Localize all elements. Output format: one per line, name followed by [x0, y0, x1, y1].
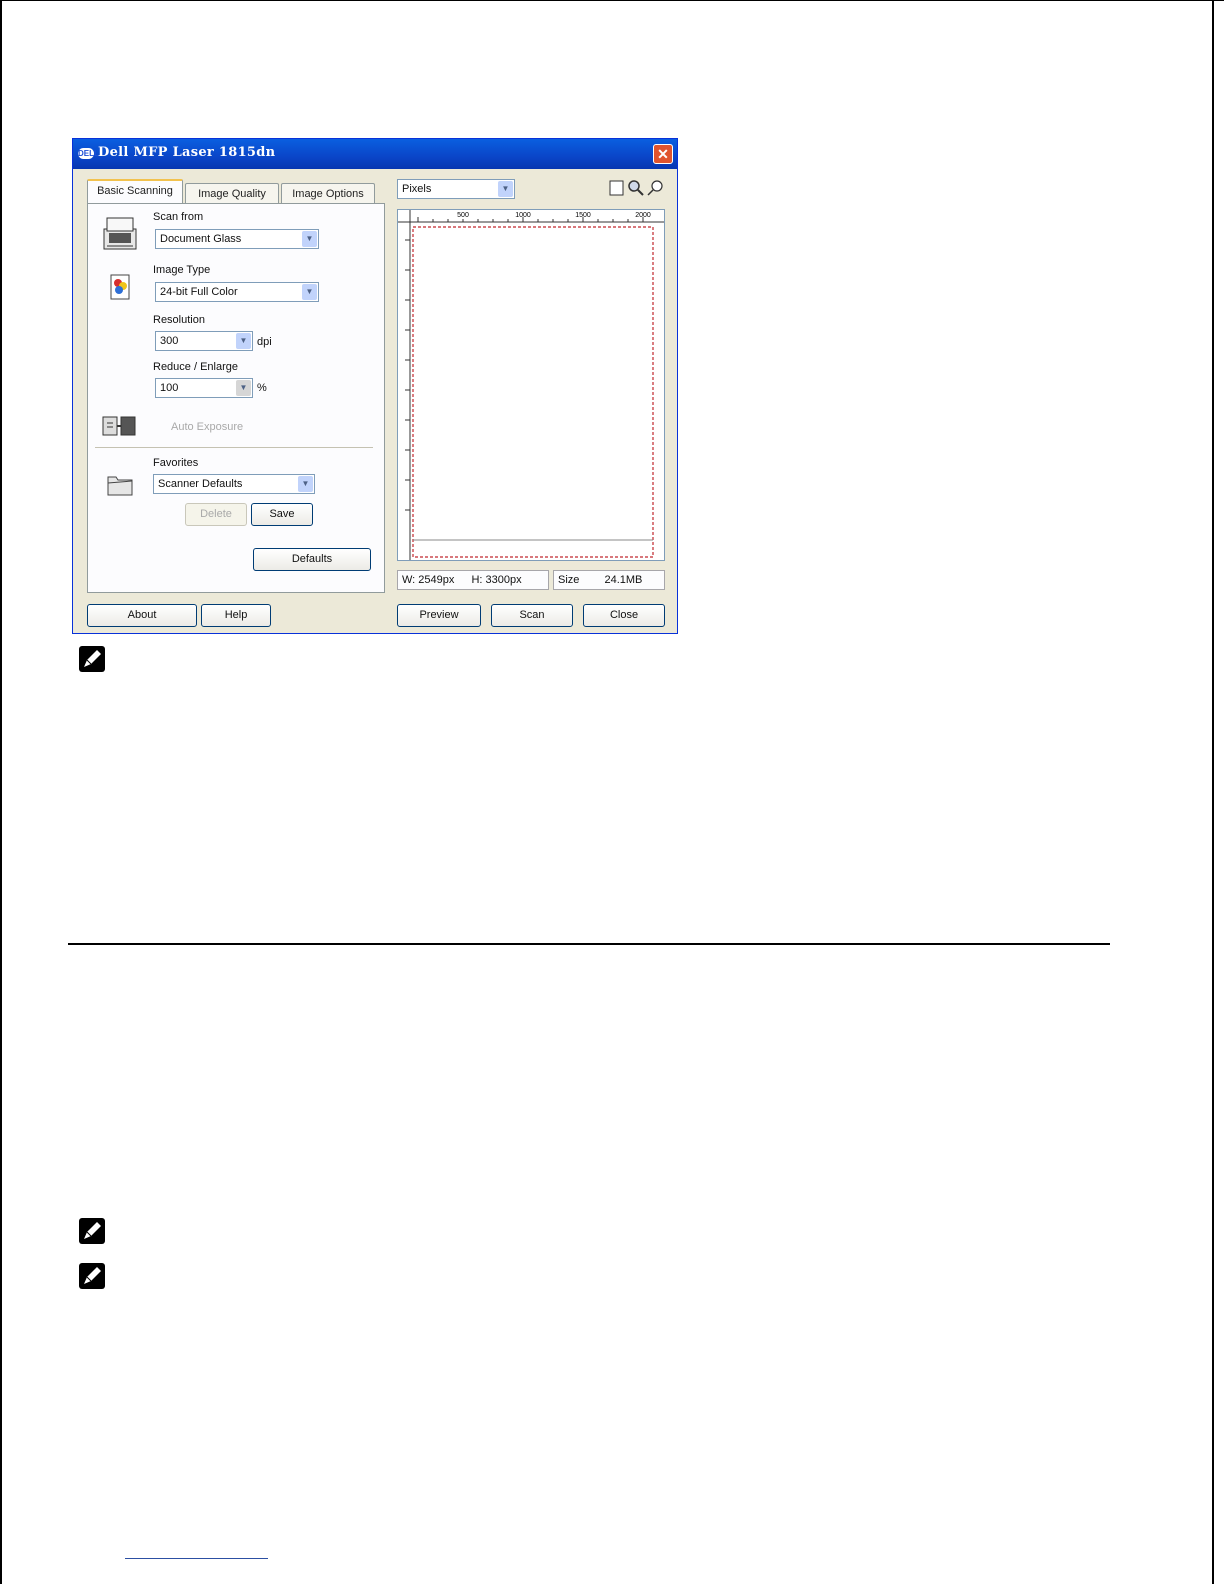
chevron-down-icon: ▼ — [302, 284, 317, 300]
zoom-out-icon[interactable] — [646, 179, 664, 197]
window-title: Dell MFP Laser 1815dn — [98, 145, 276, 160]
units-select[interactable]: Pixels ▼ — [397, 179, 515, 199]
dell-logo-icon: DELL — [78, 148, 99, 159]
note-icon — [79, 1218, 105, 1244]
close-button[interactable]: Close — [583, 604, 665, 627]
image-type-label: Image Type — [153, 264, 211, 276]
defaults-button[interactable]: Defaults — [253, 548, 371, 571]
favorites-select[interactable]: Scanner Defaults ▼ — [153, 474, 315, 494]
preview-area[interactable]: 500 1000 1500 2000 — [397, 209, 665, 561]
basic-scanning-panel — [87, 203, 385, 593]
status-width: W: 2549px — [402, 574, 455, 586]
chevron-down-icon: ▼ — [298, 476, 313, 492]
status-dimensions: W: 2549px H: 3300px — [397, 570, 549, 590]
chevron-down-icon: ▼ — [302, 231, 317, 247]
reduce-enlarge-value: 100 — [160, 382, 179, 394]
ruler-tick-label: 500 — [457, 212, 469, 219]
ruler-tick-label: 1000 — [515, 212, 531, 219]
select-area-icon[interactable] — [609, 179, 625, 197]
close-window-button[interactable]: ✕ — [653, 144, 673, 164]
section-divider — [95, 447, 373, 448]
auto-exposure-icon — [101, 413, 141, 439]
preview-button[interactable]: Preview — [397, 604, 481, 627]
status-size-label: Size — [558, 574, 580, 586]
reduce-enlarge-label: Reduce / Enlarge — [153, 361, 238, 373]
title-bar[interactable]: DELL Dell MFP Laser 1815dn ✕ — [73, 139, 677, 169]
tab-image-options[interactable]: Image Options — [281, 183, 375, 205]
about-button[interactable]: About — [87, 604, 197, 627]
delete-favorite-button[interactable]: Delete — [185, 503, 247, 526]
scan-from-select[interactable]: Document Glass ▼ — [155, 229, 319, 249]
page-border-left — [0, 0, 2, 1584]
status-size: Size 24.1MB — [553, 570, 665, 590]
resolution-select[interactable]: 300 ▼ — [155, 331, 253, 351]
image-type-value: 24-bit Full Color — [160, 286, 238, 298]
chevron-down-icon: ▼ — [236, 333, 251, 349]
scan-from-value: Document Glass — [160, 233, 242, 245]
ruler-tick-label: 2000 — [635, 212, 651, 219]
page-border-right — [1212, 0, 1214, 1584]
favorites-value: Scanner Defaults — [158, 478, 243, 490]
resolution-unit: dpi — [257, 336, 272, 348]
link-underline[interactable] — [125, 1558, 268, 1559]
preview-canvas: 500 1000 1500 2000 — [398, 210, 664, 560]
color-palette-icon — [109, 273, 133, 303]
help-button[interactable]: Help — [201, 604, 271, 627]
zoom-in-icon[interactable] — [627, 179, 645, 197]
scan-from-label: Scan from — [153, 211, 204, 223]
note-icon — [79, 646, 105, 672]
page-border-top — [0, 0, 1224, 1]
auto-exposure-button[interactable]: Auto Exposure — [171, 421, 243, 433]
chevron-down-icon: ▼ — [498, 181, 513, 197]
scanner-dialog: DELL Dell MFP Laser 1815dn ✕ Basic Scann… — [72, 138, 678, 634]
ruler-tick-label: 1500 — [575, 212, 591, 219]
chevron-down-icon: ▼ — [236, 380, 251, 396]
status-height: H: 3300px — [471, 574, 522, 586]
reduce-enlarge-select[interactable]: 100 ▼ — [155, 378, 253, 398]
scan-button[interactable]: Scan — [491, 604, 573, 627]
save-favorite-button[interactable]: Save — [251, 503, 313, 526]
units-value: Pixels — [402, 183, 432, 195]
folder-icon — [105, 469, 135, 499]
resolution-value: 300 — [160, 335, 179, 347]
section-rule — [68, 943, 1110, 945]
image-type-select[interactable]: 24-bit Full Color ▼ — [155, 282, 319, 302]
reduce-enlarge-unit: % — [257, 382, 267, 394]
status-size-value: 24.1MB — [604, 574, 643, 586]
tab-image-quality[interactable]: Image Quality — [185, 183, 279, 205]
scanner-icon — [101, 215, 139, 253]
resolution-label: Resolution — [153, 314, 205, 326]
note-icon — [79, 1263, 105, 1289]
favorites-label: Favorites — [153, 457, 199, 469]
tab-basic-scanning[interactable]: Basic Scanning — [87, 179, 183, 203]
